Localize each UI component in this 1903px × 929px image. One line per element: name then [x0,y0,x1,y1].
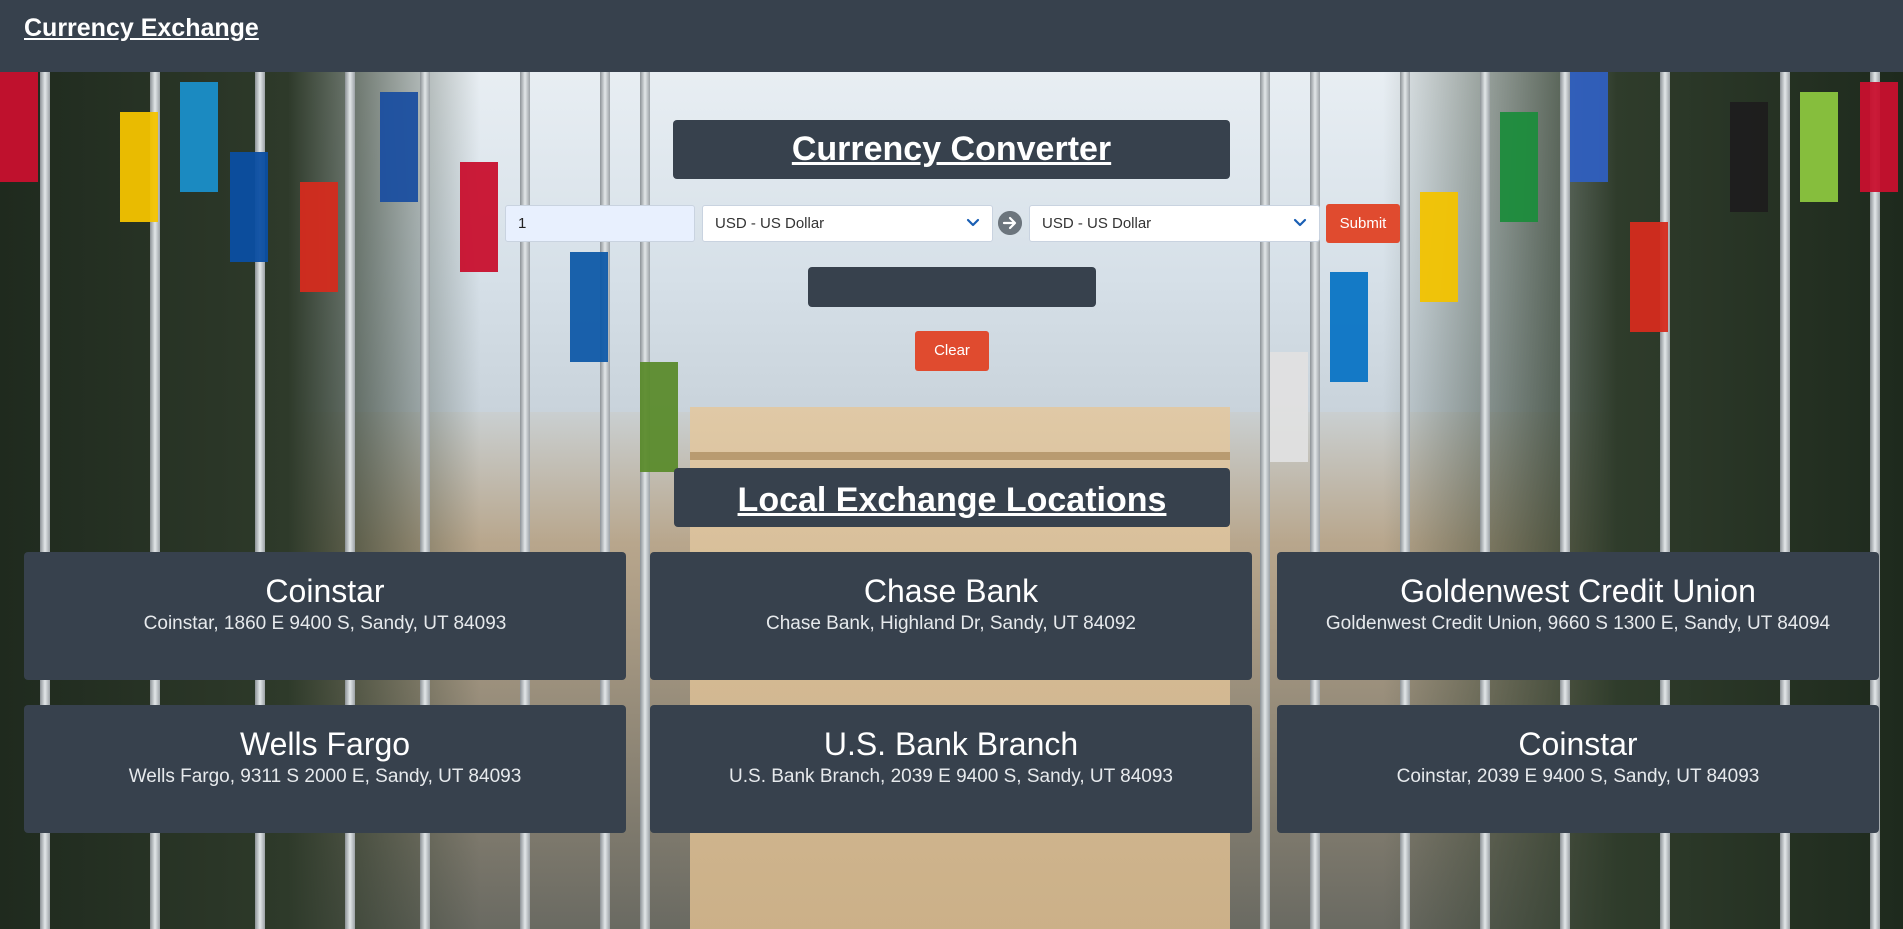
location-card: Chase Bank Chase Bank, Highland Dr, Sand… [650,552,1252,680]
location-name: Chase Bank [863,573,1039,609]
flag [1860,82,1898,192]
flag [300,182,338,292]
flag [120,112,158,222]
flag [180,82,218,192]
location-card: Goldenwest Credit Union Goldenwest Credi… [1277,552,1879,680]
flag [1270,352,1308,462]
flag [1330,272,1368,382]
flag [0,72,38,182]
from-currency-value: USD - US Dollar [715,215,825,232]
building-stripe [690,452,1230,460]
flag [640,362,678,472]
location-name: Coinstar [1518,726,1638,762]
location-name: Goldenwest Credit Union [1400,573,1756,609]
flag [570,252,608,362]
locations-title-panel: Local Exchange Locations [674,468,1230,527]
locations-title: Local Exchange Locations [737,481,1167,519]
location-card: U.S. Bank Branch U.S. Bank Branch, 2039 … [650,705,1252,833]
brand-link[interactable]: Currency Exchange [24,14,259,43]
flag [1570,72,1608,182]
location-name: Coinstar [265,573,385,609]
location-address: Goldenwest Credit Union, 9660 S 1300 E, … [1325,613,1831,634]
converter-title-panel: Currency Converter [673,120,1230,179]
conversion-result [808,267,1096,307]
flag [230,152,268,262]
location-card: Coinstar Coinstar, 1860 E 9400 S, Sandy,… [24,552,626,680]
arrow-right-circle-icon[interactable] [998,211,1022,235]
location-address: Coinstar, 1860 E 9400 S, Sandy, UT 84093 [143,613,507,634]
location-address: Coinstar, 2039 E 9400 S, Sandy, UT 84093 [1396,766,1760,787]
submit-button[interactable]: Submit [1326,204,1400,243]
amount-input[interactable] [505,205,695,242]
flag [1420,192,1458,302]
to-currency-select[interactable]: USD - US Dollar [1029,205,1320,242]
converter-title: Currency Converter [791,130,1112,168]
location-name: Wells Fargo [239,726,411,762]
location-address: Wells Fargo, 9311 S 2000 E, Sandy, UT 84… [128,766,522,787]
location-address: Chase Bank, Highland Dr, Sandy, UT 84092 [765,613,1137,634]
to-currency-value: USD - US Dollar [1042,215,1152,232]
navbar: Currency Exchange [0,0,1903,72]
chevron-down-icon [1293,218,1307,227]
location-card: Wells Fargo Wells Fargo, 9311 S 2000 E, … [24,705,626,833]
flag [1500,112,1538,222]
flag [1730,102,1768,212]
flag [1630,222,1668,332]
location-card: Coinstar Coinstar, 2039 E 9400 S, Sandy,… [1277,705,1879,833]
clear-button[interactable]: Clear [915,331,989,371]
flag [1800,92,1838,202]
from-currency-select[interactable]: USD - US Dollar [702,205,993,242]
location-name: U.S. Bank Branch [823,726,1079,762]
chevron-down-icon [966,218,980,227]
flagpole [1260,72,1270,929]
flag [380,92,418,202]
flagpole [640,72,650,929]
flag [460,162,498,272]
location-address: U.S. Bank Branch, 2039 E 9400 S, Sandy, … [729,766,1173,787]
